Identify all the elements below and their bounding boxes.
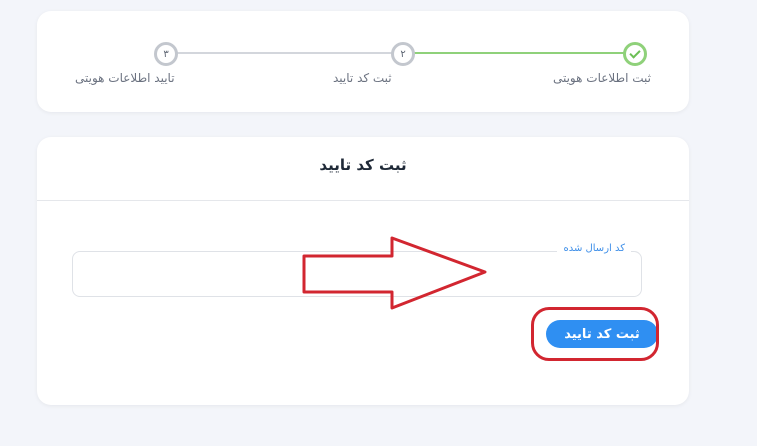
stepper-line-done xyxy=(402,52,634,54)
form-title: ثبت کد تایید xyxy=(319,156,407,174)
stepper-line-pending xyxy=(166,52,402,54)
annotation-arrow-icon xyxy=(302,236,487,310)
step-1-label: ثبت اطلاعات هویتی xyxy=(552,71,651,85)
step-3-circle: ۳ xyxy=(154,42,178,66)
stepper-card: ۲ ۳ ثبت اطلاعات هویتی ثبت کد تایید تایید… xyxy=(37,11,689,112)
form-divider xyxy=(37,200,689,201)
step-2-circle: ۲ xyxy=(391,42,415,66)
step-3-number: ۳ xyxy=(163,48,169,60)
annotation-arrow-shape xyxy=(302,236,487,310)
check-icon xyxy=(629,47,641,59)
step-3-label: تایید اطلاعات هویتی xyxy=(75,71,175,85)
code-field-label: کد ارسال شده xyxy=(557,243,631,254)
step-2-number: ۲ xyxy=(400,48,406,60)
step-1-circle xyxy=(623,42,647,66)
step-2-label: ثبت کد تایید xyxy=(333,71,392,85)
annotation-highlight-ring xyxy=(531,307,659,361)
